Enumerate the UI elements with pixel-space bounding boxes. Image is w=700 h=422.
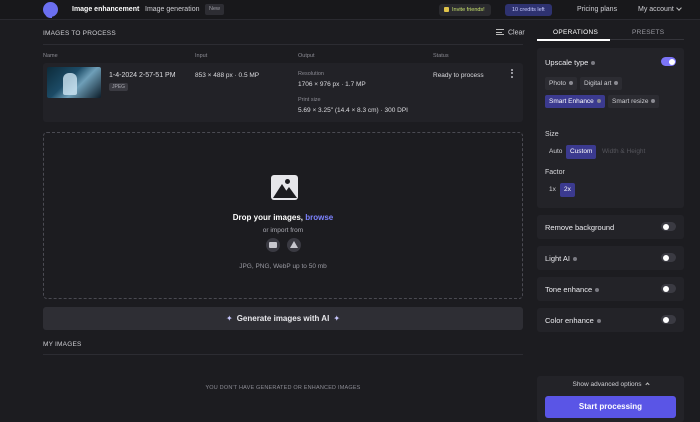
info-icon bbox=[591, 60, 596, 65]
info-icon bbox=[569, 80, 573, 85]
upscale-type-title: Upscale type bbox=[545, 58, 596, 67]
more-options-icon[interactable] bbox=[510, 69, 514, 79]
invite-friends-button[interactable]: Invite friends! bbox=[439, 4, 491, 16]
size-option-custom[interactable]: Custom bbox=[566, 145, 597, 159]
light-ai-card: Light AI bbox=[537, 246, 684, 270]
start-processing-button[interactable]: Start processing bbox=[545, 396, 676, 418]
google-drive-icon bbox=[290, 241, 298, 248]
upscale-option-photo[interactable]: Photo bbox=[545, 77, 577, 90]
nav-image-enhancement[interactable]: Image enhancement bbox=[72, 6, 139, 13]
column-header-input: Input bbox=[195, 53, 208, 59]
chevron-down-icon bbox=[675, 5, 682, 11]
import-drive-button[interactable] bbox=[287, 238, 301, 252]
clear-list-icon bbox=[496, 29, 504, 35]
upscale-option-digital-art[interactable]: Digital art bbox=[580, 77, 623, 90]
my-account-menu[interactable]: My account bbox=[638, 5, 682, 13]
light-ai-toggle[interactable] bbox=[661, 253, 676, 262]
import-label: or import from bbox=[262, 227, 304, 234]
nav-image-generation[interactable]: Image generation bbox=[145, 6, 199, 13]
size-card: Size Auto Custom Width & Height Factor 1… bbox=[537, 119, 684, 208]
gift-icon bbox=[444, 6, 449, 12]
info-icon bbox=[596, 98, 601, 103]
sparkle-icon: ✦ bbox=[333, 314, 341, 323]
tab-operations[interactable]: OPERATIONS bbox=[553, 29, 598, 36]
folder-icon bbox=[269, 242, 277, 248]
divider bbox=[43, 354, 523, 355]
column-header-output: Output bbox=[298, 53, 315, 59]
divider bbox=[43, 44, 523, 45]
upscale-option-smart-enhance[interactable]: Smart Enhance bbox=[545, 95, 605, 108]
app-logo-icon[interactable] bbox=[43, 2, 58, 18]
column-header-status: Status bbox=[433, 53, 449, 59]
factor-option-1x[interactable]: 1x bbox=[545, 183, 560, 197]
clear-label: Clear bbox=[508, 29, 525, 37]
operations-panel: OPERATIONS PRESETS Upscale type Photo Di… bbox=[537, 26, 684, 422]
upscale-toggle[interactable] bbox=[661, 57, 676, 66]
browse-link[interactable]: browse bbox=[305, 213, 333, 222]
info-icon bbox=[596, 318, 601, 323]
remove-background-card: Remove background bbox=[537, 215, 684, 239]
images-to-process-title: IMAGES TO PROCESS bbox=[43, 30, 116, 37]
color-enhance-card: Color enhance bbox=[537, 308, 684, 332]
image-thumbnail[interactable] bbox=[47, 67, 101, 98]
factor-option-2x[interactable]: 2x bbox=[560, 183, 575, 197]
info-icon bbox=[614, 80, 619, 85]
active-tab-indicator bbox=[537, 39, 610, 41]
info-icon bbox=[651, 98, 656, 103]
image-icon bbox=[271, 175, 298, 200]
actions-card: Show advanced options Start processing bbox=[537, 376, 684, 422]
import-folder-button[interactable] bbox=[266, 238, 280, 252]
color-enhance-label: Color enhance bbox=[545, 316, 601, 325]
invite-label: Invite friends! bbox=[452, 7, 485, 13]
print-size-label: Print size bbox=[298, 97, 321, 103]
generate-label: Generate images with AI bbox=[236, 314, 330, 323]
column-header-name: Name bbox=[43, 53, 58, 59]
top-bar: Image enhancement Image generation New I… bbox=[0, 0, 700, 20]
panel-tabs: OPERATIONS PRESETS bbox=[537, 26, 684, 41]
info-icon bbox=[573, 256, 578, 261]
info-icon bbox=[595, 287, 600, 292]
credits-badge[interactable]: 10 credits left bbox=[505, 4, 552, 16]
drop-zone[interactable]: Drop your images, browse or import from … bbox=[43, 132, 523, 299]
drop-title: Drop your images, browse bbox=[232, 213, 334, 222]
size-label: Size bbox=[545, 131, 559, 138]
clear-button[interactable]: Clear bbox=[496, 29, 525, 37]
output-print-size: 5.69 × 3.25" (14.4 × 8.3 cm) · 300 DPI bbox=[298, 107, 408, 114]
light-ai-label: Light AI bbox=[545, 254, 578, 263]
empty-state-text: YOU DON'T HAVE GENERATED OR ENHANCED IMA… bbox=[205, 385, 361, 391]
factor-label: Factor bbox=[545, 169, 565, 176]
file-name: 1-4-2024 2-57-51 PM bbox=[109, 72, 176, 79]
my-images-title: MY IMAGES bbox=[43, 341, 82, 348]
tab-presets[interactable]: PRESETS bbox=[632, 29, 664, 36]
upscale-option-smart-resize[interactable]: Smart resize bbox=[608, 95, 660, 108]
tone-enhance-label: Tone enhance bbox=[545, 285, 600, 294]
status-text: Ready to process bbox=[433, 72, 484, 79]
tone-enhance-toggle[interactable] bbox=[661, 284, 676, 293]
pricing-plans-link[interactable]: Pricing plans bbox=[577, 6, 617, 13]
sparkle-icon: ✦ bbox=[225, 314, 233, 323]
tone-enhance-card: Tone enhance bbox=[537, 277, 684, 301]
generate-images-button[interactable]: ✦ Generate images with AI ✦ bbox=[43, 307, 523, 330]
resolution-label: Resolution bbox=[298, 71, 324, 77]
new-badge: New bbox=[205, 4, 225, 15]
account-label: My account bbox=[638, 6, 674, 13]
remove-background-label: Remove background bbox=[545, 223, 615, 232]
size-option-auto[interactable]: Auto bbox=[545, 145, 566, 159]
chevron-up-icon bbox=[644, 382, 650, 387]
input-size: 853 × 488 px · 0.5 MP bbox=[195, 72, 260, 79]
show-advanced-options-link[interactable]: Show advanced options bbox=[537, 381, 684, 388]
size-option-width-height[interactable]: Width & Height bbox=[598, 145, 649, 159]
color-enhance-toggle[interactable] bbox=[661, 315, 676, 324]
format-badge: JPEG bbox=[109, 83, 129, 91]
file-types-hint: JPG, PNG, WebP up to 50 mb bbox=[239, 263, 327, 270]
table-row: 1-4-2024 2-57-51 PM JPEG 853 × 488 px · … bbox=[43, 63, 523, 122]
remove-background-toggle[interactable] bbox=[661, 222, 676, 231]
output-resolution: 1706 × 976 px · 1.7 MP bbox=[298, 81, 366, 88]
